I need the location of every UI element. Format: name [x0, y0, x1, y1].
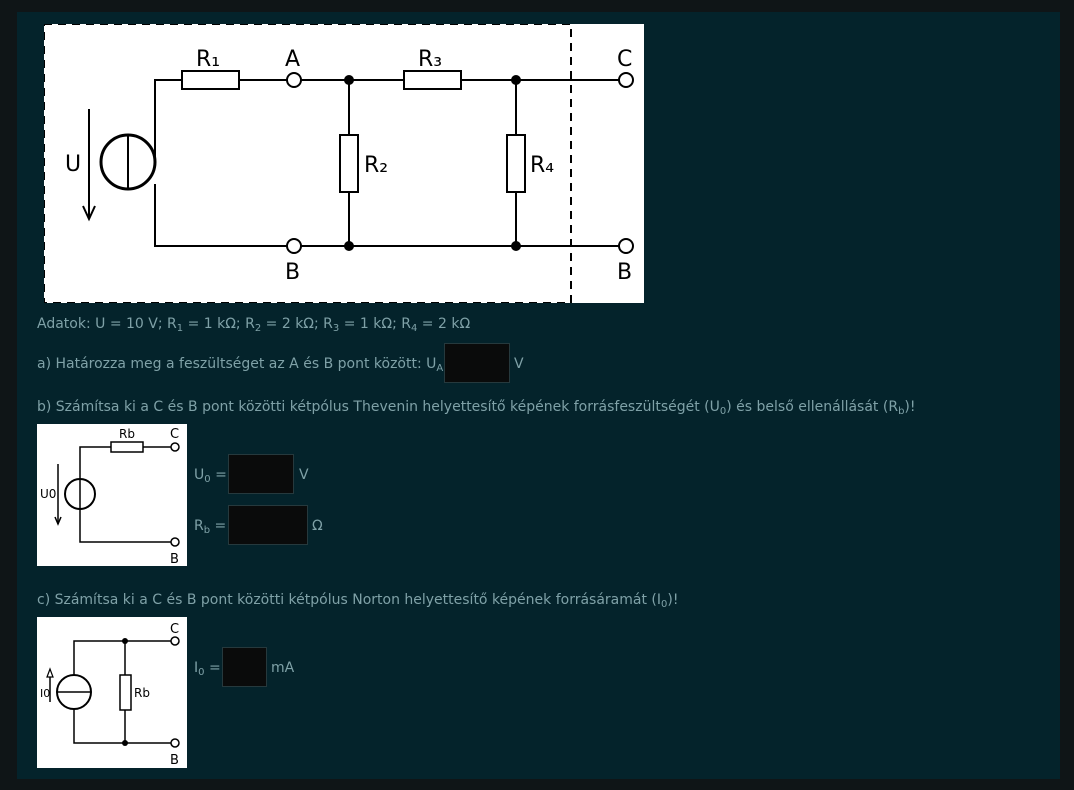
label-a: A	[285, 47, 300, 72]
rb-label: Rb =	[194, 518, 227, 536]
rb-unit: Ω	[312, 518, 323, 534]
main-circuit-image: R₁ R₃ R₂ R₄ A B C B U	[43, 23, 644, 304]
terminal-b-right	[618, 238, 634, 254]
question-c-text: c) Számítsa ki a C és B pont közötti két…	[37, 592, 679, 610]
norton-circuit-image: Rb C B I0	[37, 617, 187, 768]
svg-text:B: B	[170, 753, 179, 768]
i0-unit: mA	[271, 660, 295, 676]
svg-text:B: B	[170, 552, 179, 566]
terminal-b-left	[286, 238, 302, 254]
svg-text:U0: U0	[40, 487, 56, 501]
rb-answer-input[interactable]	[228, 505, 308, 545]
i0-label: I0 =	[194, 660, 221, 678]
svg-text:I0: I0	[40, 687, 50, 700]
thevenin-resistor-rb	[110, 441, 144, 453]
norton-circuit-diagram: Rb C B I0	[40, 622, 180, 768]
terminal-a	[286, 72, 302, 88]
uab-answer-input[interactable]	[444, 343, 510, 383]
svg-text:C: C	[170, 427, 179, 442]
resistor-r4	[506, 134, 526, 193]
terminal-c	[618, 72, 634, 88]
label-r3: R₃	[418, 47, 442, 72]
svg-text:C: C	[170, 622, 179, 637]
label-r4: R₄	[530, 153, 554, 178]
label-r2: R₂	[364, 153, 388, 178]
main-circuit-diagram: R₁ R₃ R₂ R₄ A B C B U	[43, 23, 634, 304]
question-b-text: b) Számítsa ki a C és B pont közötti két…	[37, 399, 916, 417]
label-c: C	[617, 47, 632, 72]
resistor-r3	[403, 70, 462, 90]
label-r1: R₁	[196, 47, 220, 72]
label-b-left: B	[285, 260, 300, 285]
exercise-panel: R₁ R₃ R₂ R₄ A B C B U Adatok: U = 10 V; …	[17, 12, 1060, 779]
thevenin-circuit-diagram: Rb C B U0	[40, 427, 180, 567]
u0-answer-input[interactable]	[228, 454, 294, 494]
resistor-r1	[181, 70, 240, 90]
svg-text:Rb: Rb	[119, 427, 135, 441]
thevenin-circuit-image: Rb C B U0	[37, 424, 187, 567]
data-line: Adatok: U = 10 V; R1 = 1 kΩ; R2 = 2 kΩ; …	[37, 316, 471, 334]
uab-unit: V	[514, 356, 524, 372]
question-a-text: a) Határozza meg a feszültséget az A és …	[37, 356, 466, 374]
label-b-right: B	[617, 260, 632, 285]
resistor-r2	[339, 134, 359, 193]
u0-label: U0 =	[194, 467, 227, 485]
i0-answer-input[interactable]	[222, 647, 267, 687]
svg-text:Rb: Rb	[134, 686, 150, 700]
label-u: U	[65, 152, 81, 177]
norton-resistor-rb	[119, 674, 132, 711]
u0-unit: V	[299, 467, 309, 483]
